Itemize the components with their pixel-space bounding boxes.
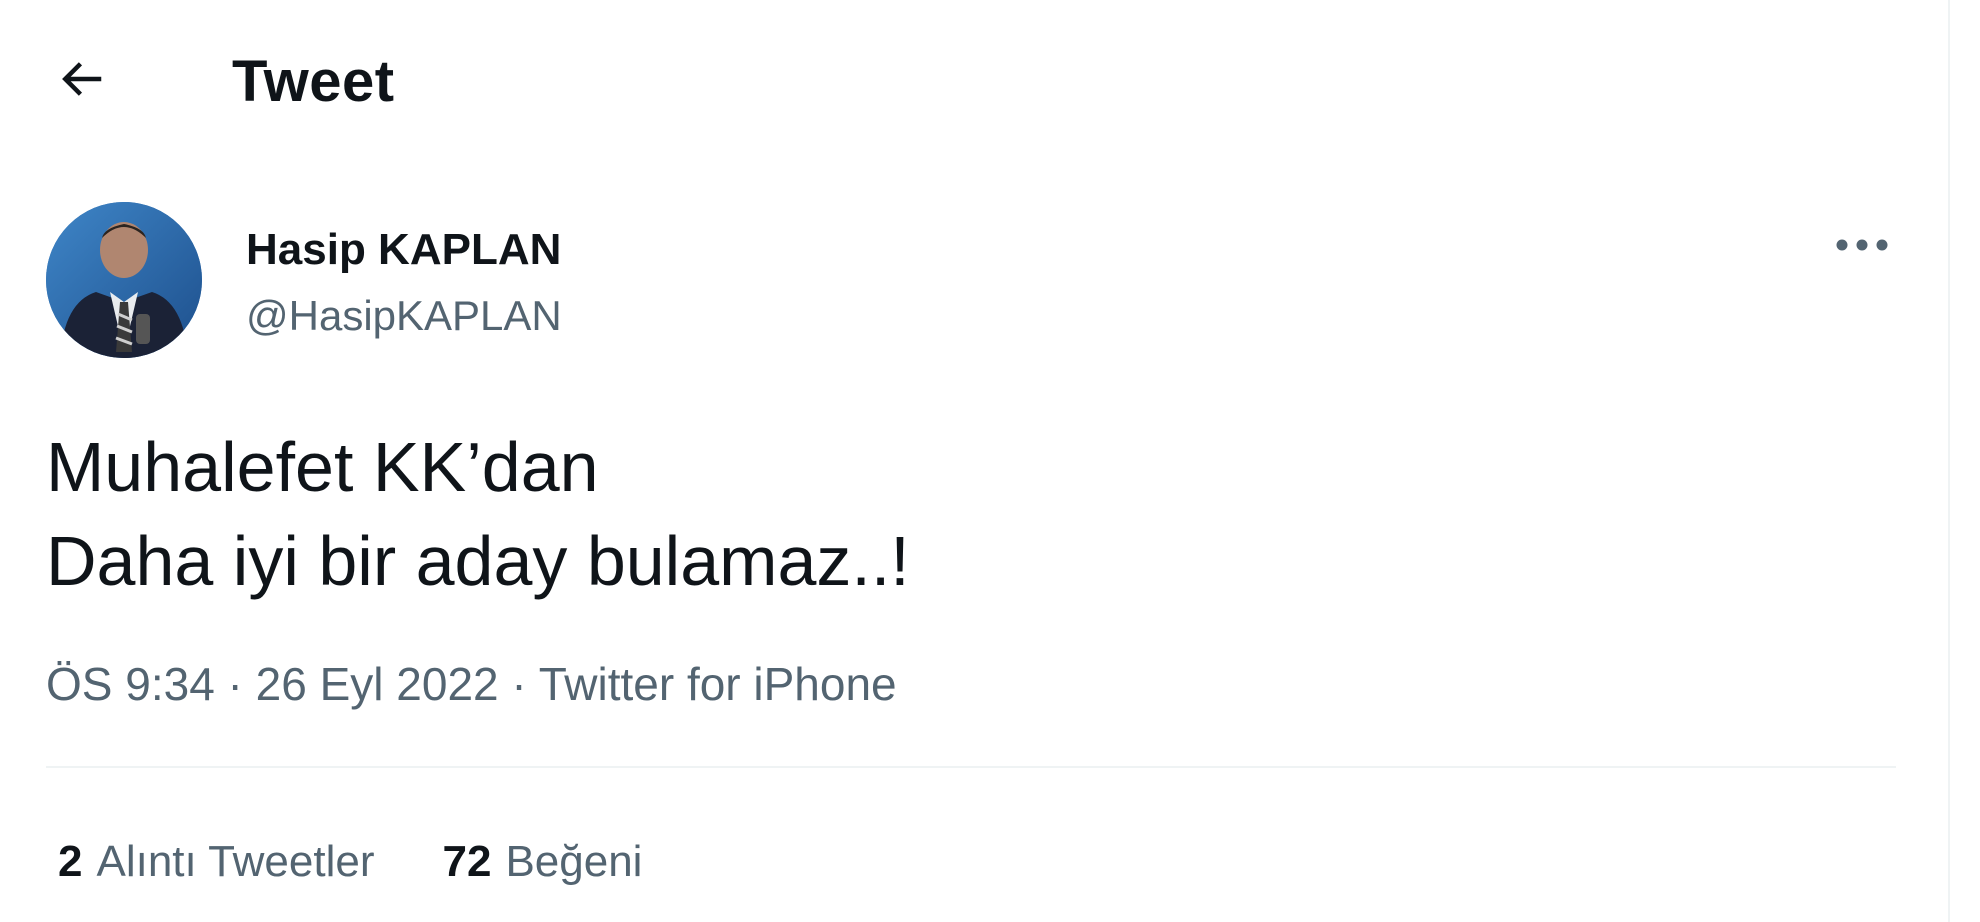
page-title: Tweet [232, 49, 395, 114]
tweet-page: Tweet Hasip KAPLAN @HasipKAPLAN Muhalefe… [0, 0, 1980, 922]
likes-stat[interactable]: 72 Beğeni [442, 832, 642, 892]
author-name[interactable]: Hasip KAPLAN [246, 222, 561, 278]
divider [46, 766, 1896, 768]
meta-separator: · [498, 658, 539, 710]
tweet-text-line: Daha iyi bir aday bulamaz..! [46, 522, 910, 600]
more-options-button[interactable] [1832, 224, 1892, 270]
tweet-text: Muhalefet KK’dan Daha iyi bir aday bulam… [46, 420, 1896, 608]
tweet-meta: ÖS 9:34 · 26 Eyl 2022 · Twitter for iPho… [46, 654, 897, 714]
tweet-time[interactable]: ÖS 9:34 [46, 658, 215, 710]
avatar[interactable] [46, 202, 202, 358]
back-button[interactable] [46, 46, 116, 116]
arrow-left-icon [54, 52, 108, 111]
tweet-date[interactable]: 26 Eyl 2022 [256, 658, 499, 710]
stat-count: 72 [442, 837, 492, 886]
author-handle[interactable]: @HasipKAPLAN [246, 288, 562, 344]
tweet-stats: 2 Alıntı Tweetler 72 Beğeni [58, 830, 710, 894]
more-horizontal-icon [1835, 238, 1889, 257]
stat-label: Alıntı Tweetler [96, 837, 375, 886]
column-border [1948, 0, 1950, 922]
meta-separator: · [214, 658, 256, 710]
stat-label: Beğeni [505, 837, 643, 886]
tweet-text-line: Muhalefet KK’dan [46, 428, 599, 506]
stat-count: 2 [58, 837, 83, 886]
tweet-header: Tweet [0, 0, 1948, 160]
quote-tweets-stat[interactable]: 2 Alıntı Tweetler [58, 832, 374, 892]
profile-photo [46, 202, 202, 358]
tweet-source[interactable]: Twitter for iPhone [539, 658, 897, 710]
